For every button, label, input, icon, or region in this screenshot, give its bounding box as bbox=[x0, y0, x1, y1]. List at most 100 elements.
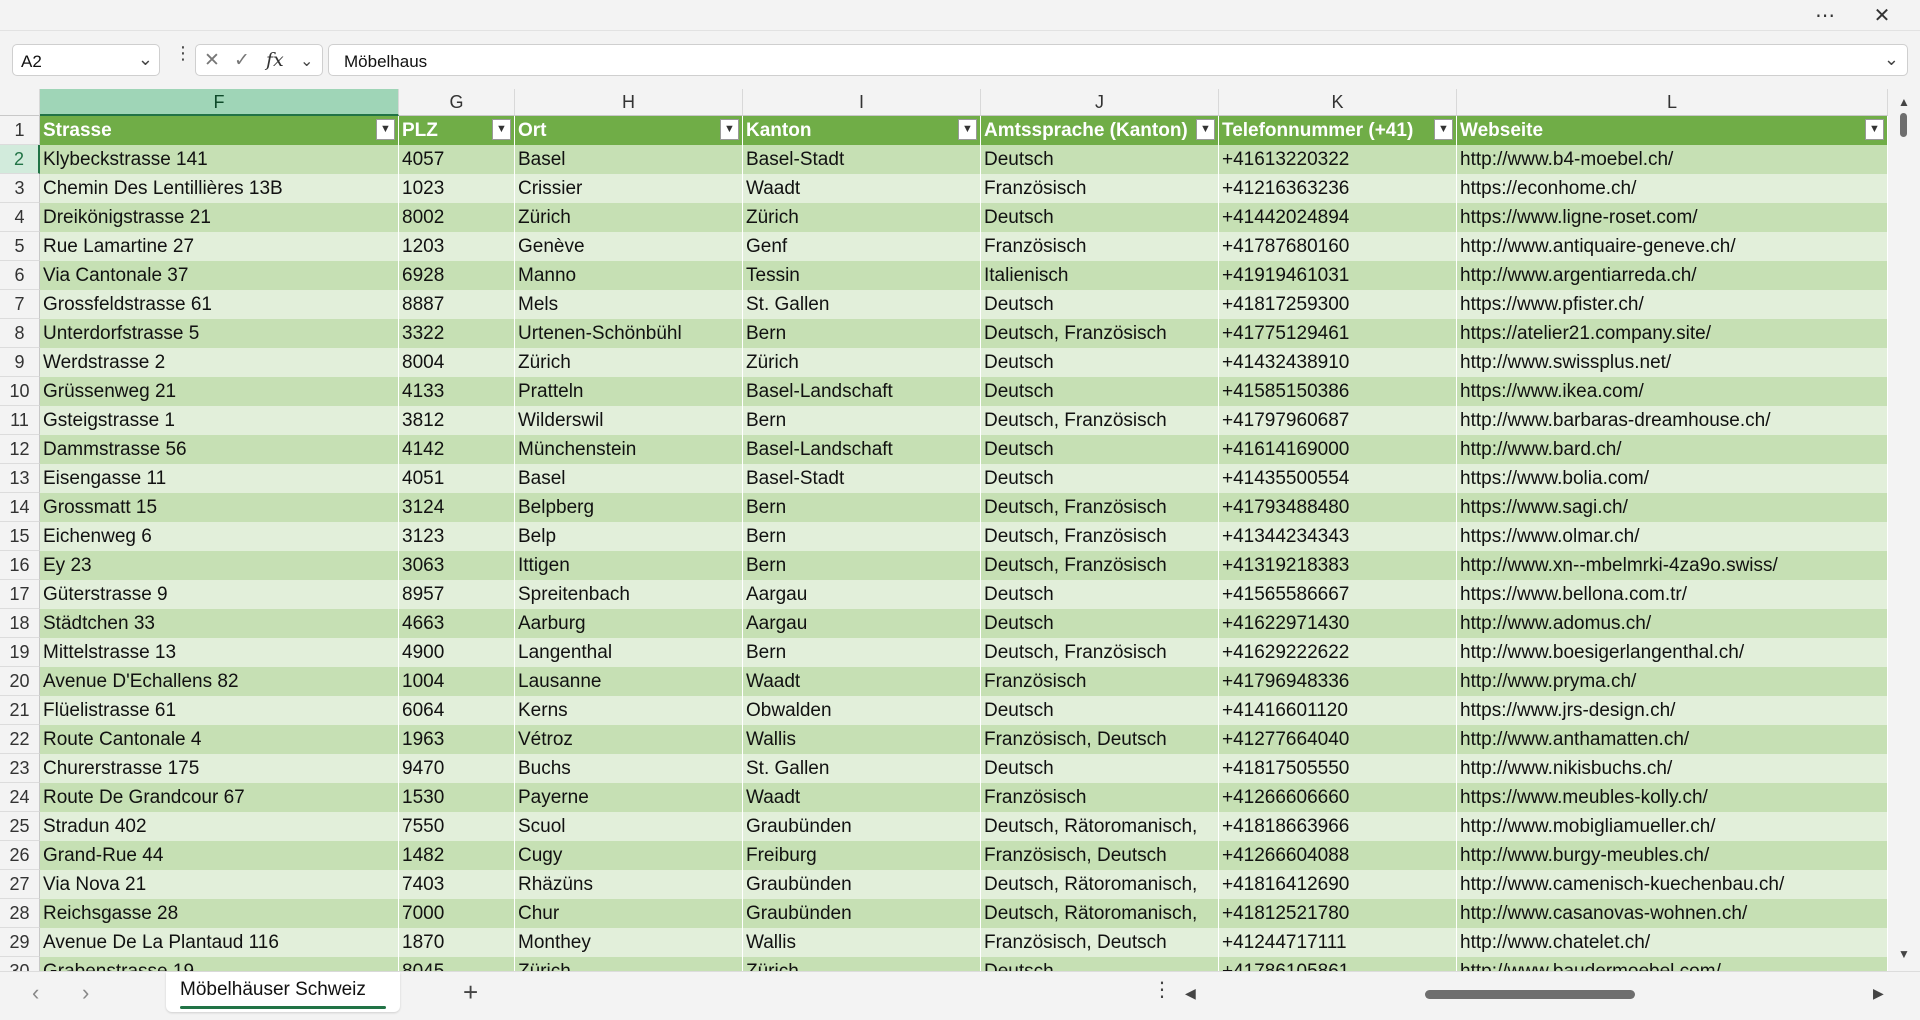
table-cell[interactable]: https://atelier21.company.site/ bbox=[1457, 319, 1888, 348]
table-cell[interactable]: Route De Grandcour 67 bbox=[40, 783, 399, 812]
table-cell[interactable]: https://econhome.ch/ bbox=[1457, 174, 1888, 203]
table-cell[interactable]: Grüssenweg 21 bbox=[40, 377, 399, 406]
table-cell[interactable]: +41775129461 bbox=[1219, 319, 1457, 348]
table-cell[interactable]: Via Nova 21 bbox=[40, 870, 399, 899]
table-cell[interactable]: Zürich bbox=[515, 957, 743, 971]
spreadsheet-grid[interactable]: F G H I J K L 1 Strasse ▼ PLZ ▼ Ort ▼ Kanto… bbox=[0, 89, 1888, 971]
filter-dropdown-icon[interactable]: ▼ bbox=[376, 119, 395, 140]
table-cell[interactable]: http://www.adomus.ch/ bbox=[1457, 609, 1888, 638]
table-cell[interactable]: Crissier bbox=[515, 174, 743, 203]
more-options-icon[interactable]: ⋯ bbox=[1807, 3, 1843, 27]
table-cell[interactable]: Deutsch bbox=[981, 348, 1219, 377]
scroll-left-icon[interactable]: ◀ bbox=[1185, 985, 1196, 1002]
table-cell[interactable]: Zürich bbox=[515, 348, 743, 377]
table-cell[interactable]: Mittelstrasse 13 bbox=[40, 638, 399, 667]
table-cell[interactable]: Aargau bbox=[743, 580, 981, 609]
table-cell[interactable]: Lausanne bbox=[515, 667, 743, 696]
row-number[interactable]: 13 bbox=[0, 464, 40, 493]
table-cell[interactable]: Deutsch bbox=[981, 203, 1219, 232]
insert-function-button[interactable]: fx bbox=[266, 49, 284, 71]
row-number[interactable]: 16 bbox=[0, 551, 40, 580]
table-cell[interactable]: Genève bbox=[515, 232, 743, 261]
table-cell[interactable]: Bern bbox=[743, 551, 981, 580]
table-cell[interactable]: Basel-Stadt bbox=[743, 464, 981, 493]
row-number[interactable]: 5 bbox=[0, 232, 40, 261]
row-number[interactable]: 4 bbox=[0, 203, 40, 232]
row-number[interactable]: 21 bbox=[0, 696, 40, 725]
table-cell[interactable]: Deutsch, Französisch bbox=[981, 493, 1219, 522]
table-cell[interactable]: Werdstrasse 2 bbox=[40, 348, 399, 377]
table-cell[interactable]: 7550 bbox=[399, 812, 515, 841]
table-cell[interactable]: Güterstrasse 9 bbox=[40, 580, 399, 609]
table-cell[interactable]: +41812521780 bbox=[1219, 899, 1457, 928]
table-cell[interactable]: Deutsch bbox=[981, 377, 1219, 406]
table-cell[interactable]: http://www.boesigerlangenthal.ch/ bbox=[1457, 638, 1888, 667]
row-number[interactable]: 9 bbox=[0, 348, 40, 377]
table-cell[interactable]: +41816412690 bbox=[1219, 870, 1457, 899]
table-cell[interactable]: +41818663966 bbox=[1219, 812, 1457, 841]
table-cell[interactable]: Grabenstrasse 19 bbox=[40, 957, 399, 971]
table-cell[interactable]: http://www.b4-moebel.ch/ bbox=[1457, 145, 1888, 174]
scroll-right-icon[interactable]: ▶ bbox=[1873, 985, 1884, 1002]
column-header-i[interactable]: I bbox=[743, 89, 981, 116]
header-cell[interactable]: Ort ▼ bbox=[515, 116, 743, 145]
column-header-f[interactable]: F bbox=[40, 89, 399, 116]
table-cell[interactable]: 1482 bbox=[399, 841, 515, 870]
table-cell[interactable]: +41793488480 bbox=[1219, 493, 1457, 522]
table-cell[interactable]: 7000 bbox=[399, 899, 515, 928]
table-cell[interactable]: Französisch, Deutsch bbox=[981, 841, 1219, 870]
table-cell[interactable]: http://www.anthamatten.ch/ bbox=[1457, 725, 1888, 754]
table-cell[interactable]: https://www.olmar.ch/ bbox=[1457, 522, 1888, 551]
table-cell[interactable]: 1023 bbox=[399, 174, 515, 203]
table-cell[interactable]: Deutsch, Rätoromanisch, bbox=[981, 870, 1219, 899]
table-cell[interactable]: Bern bbox=[743, 406, 981, 435]
filter-dropdown-icon[interactable]: ▼ bbox=[1434, 119, 1453, 140]
table-cell[interactable]: Graubünden bbox=[743, 899, 981, 928]
horizontal-scroll-thumb[interactable] bbox=[1425, 990, 1635, 999]
row-number[interactable]: 28 bbox=[0, 899, 40, 928]
table-cell[interactable]: +41432438910 bbox=[1219, 348, 1457, 377]
next-sheet-icon[interactable]: › bbox=[82, 980, 89, 1006]
column-header-l[interactable]: L bbox=[1457, 89, 1888, 116]
table-cell[interactable]: Via Cantonale 37 bbox=[40, 261, 399, 290]
table-cell[interactable]: +41585150386 bbox=[1219, 377, 1457, 406]
table-cell[interactable]: Ey 23 bbox=[40, 551, 399, 580]
table-cell[interactable]: Waadt bbox=[743, 783, 981, 812]
row-number[interactable]: 7 bbox=[0, 290, 40, 319]
filter-dropdown-icon[interactable]: ▼ bbox=[1196, 119, 1215, 140]
table-cell[interactable]: Avenue De La Plantaud 116 bbox=[40, 928, 399, 957]
formula-input[interactable]: Möbelhaus ⌄ bbox=[328, 44, 1908, 76]
row-number[interactable]: 23 bbox=[0, 754, 40, 783]
column-header-k[interactable]: K bbox=[1219, 89, 1457, 116]
table-cell[interactable]: http://www.bard.ch/ bbox=[1457, 435, 1888, 464]
table-cell[interactable]: Aargau bbox=[743, 609, 981, 638]
row-number[interactable]: 1 bbox=[0, 116, 40, 145]
table-cell[interactable]: +41919461031 bbox=[1219, 261, 1457, 290]
column-header-g[interactable]: G bbox=[399, 89, 515, 116]
table-cell[interactable]: Basel bbox=[515, 145, 743, 174]
row-number[interactable]: 20 bbox=[0, 667, 40, 696]
table-cell[interactable]: 4057 bbox=[399, 145, 515, 174]
table-cell[interactable]: 4663 bbox=[399, 609, 515, 638]
table-cell[interactable]: https://www.bellona.com.tr/ bbox=[1457, 580, 1888, 609]
table-cell[interactable]: http://www.camenisch-kuechenbau.ch/ bbox=[1457, 870, 1888, 899]
table-cell[interactable]: Genf bbox=[743, 232, 981, 261]
table-cell[interactable]: Basel bbox=[515, 464, 743, 493]
table-cell[interactable]: Eichenweg 6 bbox=[40, 522, 399, 551]
row-number[interactable]: 2 bbox=[0, 145, 40, 174]
table-cell[interactable]: Flüelistrasse 61 bbox=[40, 696, 399, 725]
table-cell[interactable]: +41786105861 bbox=[1219, 957, 1457, 971]
table-cell[interactable]: +41442024894 bbox=[1219, 203, 1457, 232]
column-header-j[interactable]: J bbox=[981, 89, 1219, 116]
table-cell[interactable]: Französisch, Deutsch bbox=[981, 725, 1219, 754]
table-cell[interactable]: Münchenstein bbox=[515, 435, 743, 464]
table-cell[interactable]: Payerne bbox=[515, 783, 743, 812]
table-cell[interactable]: +41797960687 bbox=[1219, 406, 1457, 435]
filter-dropdown-icon[interactable]: ▼ bbox=[1865, 119, 1884, 140]
table-cell[interactable]: 4133 bbox=[399, 377, 515, 406]
row-number[interactable]: 14 bbox=[0, 493, 40, 522]
table-cell[interactable]: Klybeckstrasse 141 bbox=[40, 145, 399, 174]
table-cell[interactable]: Obwalden bbox=[743, 696, 981, 725]
filter-dropdown-icon[interactable]: ▼ bbox=[958, 119, 977, 140]
table-cell[interactable]: Vétroz bbox=[515, 725, 743, 754]
